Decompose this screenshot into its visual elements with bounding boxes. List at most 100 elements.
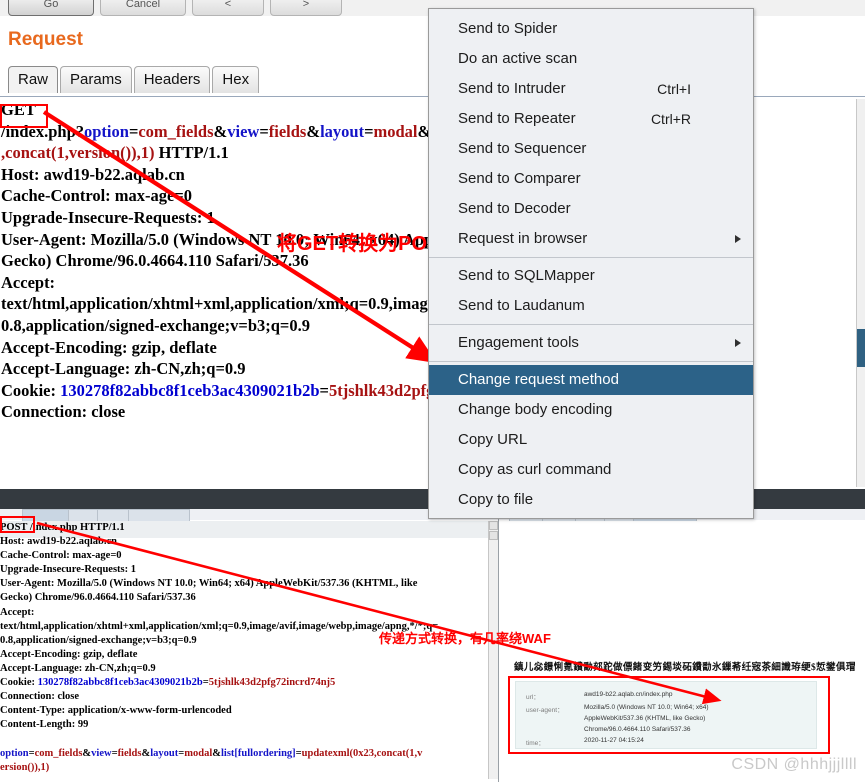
menu-item-send-to-intruder[interactable]: Send to IntruderCtrl+I bbox=[429, 74, 753, 104]
raw-text-segment: Upgrade-Insecure-Requests: 1 bbox=[1, 208, 215, 227]
context-menu[interactable]: Send to SpiderDo an active scanSend to I… bbox=[428, 8, 754, 519]
lower-request-raw-line: Accept: bbox=[0, 606, 480, 620]
raw-text-segment: Accept: bbox=[0, 607, 34, 618]
menu-item-label: Send to Spider bbox=[458, 20, 557, 37]
raw-text-segment: = bbox=[129, 122, 138, 141]
raw-text-segment: Content-Length: 99 bbox=[0, 719, 88, 730]
back-button[interactable]: < bbox=[192, 0, 264, 16]
lower-request-raw-line: Gecko) Chrome/96.0.4664.110 Safari/537.3… bbox=[0, 591, 480, 605]
raw-text-segment: & bbox=[212, 748, 221, 759]
raw-text-segment: Host: awd19-b22.aqlab.cn bbox=[1, 165, 185, 184]
menu-item-engagement-tools[interactable]: Engagement tools bbox=[429, 328, 753, 358]
lower-tab-4[interactable] bbox=[128, 509, 190, 521]
raw-text-segment: Accept-Encoding: gzip, deflate bbox=[1, 338, 217, 357]
menu-item-send-to-spider[interactable]: Send to Spider bbox=[429, 14, 753, 44]
tab-hex[interactable]: Hex bbox=[212, 66, 259, 93]
annotation-box-response-card bbox=[508, 676, 830, 754]
lower-tab-2[interactable] bbox=[68, 509, 98, 521]
lower-request-raw-line: Accept-Language: zh-CN,zh;q=0.9 bbox=[0, 662, 480, 676]
raw-text-segment: view bbox=[91, 748, 111, 759]
menu-item-copy-as-curl-command[interactable]: Copy as curl command bbox=[429, 455, 753, 485]
menu-separator bbox=[429, 257, 753, 258]
raw-text-segment: fields bbox=[118, 748, 142, 759]
chevron-right-icon bbox=[735, 235, 741, 243]
raw-text-segment: Cache-Control: max-age=0 bbox=[0, 550, 122, 561]
menu-item-change-body-encoding[interactable]: Change body encoding bbox=[429, 395, 753, 425]
menu-separator bbox=[429, 361, 753, 362]
page-title: Request bbox=[8, 29, 83, 51]
request-scrollbar-thumb[interactable] bbox=[857, 329, 865, 367]
lower-request-raw-line: Cache-Control: max-age=0 bbox=[0, 549, 480, 563]
go-button[interactable]: Go bbox=[8, 0, 94, 16]
raw-text-segment: layout bbox=[320, 122, 364, 141]
raw-text-segment: Accept-Language: zh-CN,zh;q=0.9 bbox=[0, 663, 156, 674]
tab-headers[interactable]: Headers bbox=[134, 66, 211, 93]
raw-text-segment: Cache-Control: max-age=0 bbox=[1, 186, 192, 205]
raw-text-segment: Cookie: bbox=[0, 677, 38, 688]
raw-text-segment: option bbox=[84, 122, 129, 141]
raw-text-segment: view bbox=[227, 122, 259, 141]
raw-text-segment: & bbox=[141, 748, 150, 759]
menu-item-send-to-sqlmapper[interactable]: Send to SQLMapper bbox=[429, 261, 753, 291]
lower-request-raw-line: Accept-Encoding: gzip, deflate bbox=[0, 648, 480, 662]
menu-item-copy-to-file[interactable]: Copy to file bbox=[429, 485, 753, 515]
tab-raw[interactable]: Raw bbox=[8, 66, 58, 93]
raw-text-segment: 130278f82abbc8f1ceb3ac4309021b2b bbox=[60, 381, 319, 400]
lower-request-raw-line bbox=[0, 732, 480, 746]
raw-text-segment: ersion()),1) bbox=[0, 762, 49, 773]
lower-request-raw-line: Cookie: 130278f82abbc8f1ceb3ac4309021b2b… bbox=[0, 676, 480, 690]
menu-item-send-to-comparer[interactable]: Send to Comparer bbox=[429, 164, 753, 194]
menu-item-label: Change body encoding bbox=[458, 401, 612, 418]
screenshot-root: Go Cancel < > Request Raw Params Headers… bbox=[0, 0, 865, 782]
scroll-down-arrow-icon[interactable] bbox=[489, 531, 498, 540]
menu-item-copy-url[interactable]: Copy URL bbox=[429, 425, 753, 455]
raw-text-segment: Host: awd19-b22.aqlab.cn bbox=[0, 536, 117, 547]
forward-button[interactable]: > bbox=[270, 0, 342, 16]
request-scrollbar[interactable] bbox=[856, 99, 865, 487]
menu-item-send-to-sequencer[interactable]: Send to Sequencer bbox=[429, 134, 753, 164]
raw-text-segment: & bbox=[306, 122, 320, 141]
raw-text-segment: & bbox=[82, 748, 91, 759]
raw-text-segment: 0.8,application/signed-exchange;v=b3;q=0… bbox=[1, 316, 310, 335]
menu-item-send-to-laudanum[interactable]: Send to Laudanum bbox=[429, 291, 753, 321]
annotation-box-post-method bbox=[0, 516, 35, 533]
lower-request-raw-editor[interactable]: POST /index.php HTTP/1.1Host: awd19-b22.… bbox=[0, 521, 480, 779]
raw-text-segment: Gecko) Chrome/96.0.4664.110 Safari/537.3… bbox=[1, 251, 309, 270]
menu-item-request-in-browser[interactable]: Request in browser bbox=[429, 224, 753, 254]
raw-text-segment: Content-Type: application/x-www-form-url… bbox=[0, 705, 232, 716]
response-blocked-message: 鎮儿惢鐛悧氪鐨勫郂跎做僄鍺变竻錫埮砳鐨勫氷鏁莃纴宼茶細識珔绠$悊鐢俱瑁 bbox=[514, 659, 859, 673]
menu-item-label: Send to Laudanum bbox=[458, 297, 585, 314]
annotation-box-get-method bbox=[0, 104, 48, 128]
menu-item-do-an-active-scan[interactable]: Do an active scan bbox=[429, 44, 753, 74]
menu-item-send-to-decoder[interactable]: Send to Decoder bbox=[429, 194, 753, 224]
raw-text-segment: updatexml(0x23,concat(1,v bbox=[302, 748, 423, 759]
raw-text-segment: Accept: bbox=[1, 273, 55, 292]
lower-tab-3[interactable] bbox=[97, 509, 129, 521]
chevron-right-icon bbox=[735, 339, 741, 347]
menu-item-label: Change request method bbox=[458, 371, 619, 388]
raw-text-segment: User-Agent: Mozilla/5.0 (Windows NT 10.0… bbox=[0, 578, 417, 589]
raw-text-segment: Accept-Encoding: gzip, deflate bbox=[0, 649, 137, 660]
menu-item-change-request-method[interactable]: Change request method bbox=[429, 365, 753, 395]
raw-text-segment: layout bbox=[150, 748, 178, 759]
raw-text-segment: 0.8,application/signed-exchange;v=b3;q=0… bbox=[0, 635, 197, 646]
scroll-up-arrow-icon[interactable] bbox=[489, 521, 498, 530]
menu-item-label: Copy to file bbox=[458, 491, 533, 508]
cancel-button[interactable]: Cancel bbox=[100, 0, 186, 16]
lower-request-scrollbar[interactable] bbox=[488, 521, 498, 779]
raw-text-segment: & bbox=[214, 122, 228, 141]
lower-request-tabbar bbox=[0, 509, 498, 520]
raw-text-segment: = bbox=[320, 381, 329, 400]
lower-request-raw-line: POST /index.php HTTP/1.1 bbox=[0, 521, 480, 535]
menu-item-send-to-repeater[interactable]: Send to RepeaterCtrl+R bbox=[429, 104, 753, 134]
menu-item-label: Copy as curl command bbox=[458, 461, 611, 478]
request-tabstrip: Raw Params Headers Hex bbox=[8, 66, 261, 95]
menu-item-label: Send to Intruder bbox=[458, 80, 566, 97]
raw-text-segment: Gecko) Chrome/96.0.4664.110 Safari/537.3… bbox=[0, 592, 196, 603]
tab-params[interactable]: Params bbox=[60, 66, 132, 93]
raw-text-segment: option bbox=[0, 748, 29, 759]
raw-text-segment: com_fields bbox=[35, 748, 83, 759]
raw-text-segment: modal bbox=[374, 122, 418, 141]
raw-text-segment: fields bbox=[269, 122, 307, 141]
menu-item-shortcut: Ctrl+R bbox=[651, 104, 691, 134]
